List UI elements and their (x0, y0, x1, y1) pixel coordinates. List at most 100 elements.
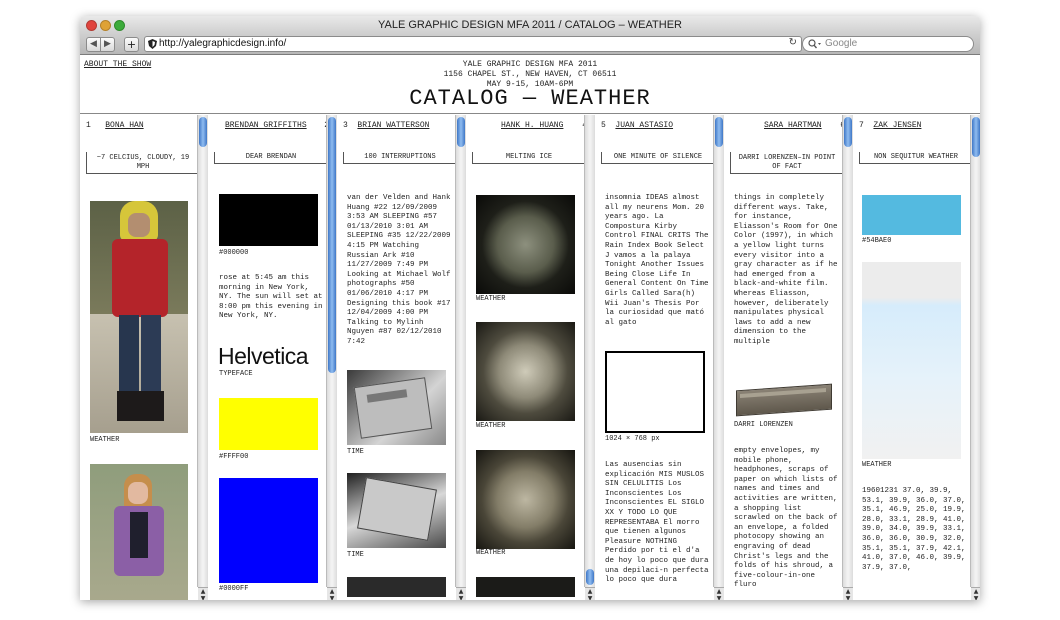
author-name: BRENDAN GRIFFITHS (225, 121, 307, 130)
portrait-photo[interactable] (90, 464, 188, 600)
work-title[interactable]: 100 INTERRUPTIONS (343, 152, 457, 164)
scroll-thumb[interactable] (457, 117, 465, 147)
work-title[interactable]: MELTING ICE (472, 152, 586, 164)
work-title[interactable]: DARRI LORENZEN–IN POINT OF FACT (730, 152, 844, 174)
author-name: JUAN ASTASIO (615, 121, 674, 130)
photo-caption: WEATHER (90, 436, 120, 444)
header-line: YALE GRAPHIC DESIGN MFA 2011 (462, 60, 598, 69)
swatch-caption: #000000 (219, 249, 249, 257)
photo-caption: DARRI LORENZEN (734, 421, 793, 429)
column-scrollbar[interactable]: ▲ ▼ (197, 115, 208, 600)
photo-caption: TIME (347, 448, 364, 456)
author-name: BONA HAN (105, 121, 144, 130)
work-title[interactable]: NON SEQUITUR WEATHER (859, 152, 973, 164)
search-field[interactable]: Google (802, 36, 974, 52)
work-title[interactable]: ~7 CELCIUS, CLOUDY, 19 MPH (86, 152, 200, 174)
column-number: 7 (859, 121, 864, 130)
author-name: ZAK JENSEN (873, 121, 922, 130)
photo-caption: WEATHER (476, 295, 506, 303)
scroll-thumb[interactable] (844, 117, 852, 147)
back-icon[interactable]: ◀ (86, 37, 101, 52)
search-placeholder: Google (825, 38, 858, 49)
column-bona-han: 1 BONA HAN ~7 CELCIUS, CLOUDY, 19 MPH WE… (80, 115, 206, 600)
column-number: 1 (86, 121, 91, 130)
color-swatch[interactable] (219, 194, 318, 246)
author-name: BRIAN WATTERSON (357, 121, 430, 130)
column-scrollbar[interactable]: ▲ ▼ (713, 115, 724, 600)
scroll-arrows-icon[interactable]: ▲ ▼ (327, 587, 337, 600)
column-scrollbar[interactable]: ▲ ▼ (455, 115, 466, 600)
title-bar: YALE GRAPHIC DESIGN MFA 2011 / CATALOG –… (80, 16, 980, 34)
scroll-thumb[interactable] (586, 569, 594, 585)
author-heading[interactable]: 3 BRIAN WATTERSON (343, 121, 429, 130)
color-swatch[interactable] (862, 195, 961, 235)
gradient-caption: WEATHER (862, 461, 892, 469)
scroll-arrows-icon[interactable]: ▲ ▼ (456, 587, 466, 600)
body-text: empty envelopes, my mobile phone, headph… (734, 447, 838, 590)
scroll-thumb[interactable] (715, 117, 723, 147)
silence-frame[interactable] (605, 351, 705, 433)
scroll-arrows-icon[interactable]: ▲ ▼ (714, 587, 724, 600)
scroll-arrows-icon[interactable]: ▲ ▼ (843, 587, 853, 600)
header-line: 1156 CHAPEL ST., NEW HAVEN, CT 06511 (443, 70, 617, 79)
weather-gradient[interactable] (862, 262, 961, 459)
ice-photo[interactable] (476, 450, 575, 549)
scroll-arrows-icon[interactable]: ▲ ▼ (198, 587, 208, 600)
swatch-caption: #54BAE0 (862, 237, 892, 245)
body-text: van der Velden and Hank Huang #22 12/09/… (347, 194, 451, 346)
site-shield-icon (148, 39, 157, 49)
browser-toolbar: ◀ ▶ + http://yalegraphicdesign.info/ ↻ G… (80, 34, 980, 55)
column-hank-huang: HANK H. HUANG4 MELTING ICE WEATHER WEATH… (466, 115, 592, 600)
scroll-thumb[interactable] (199, 117, 207, 147)
ice-photo[interactable] (476, 577, 575, 597)
color-swatch[interactable] (219, 398, 318, 450)
page-content: ABOUT THE SHOW YALE GRAPHIC DESIGN MFA 2… (80, 55, 980, 600)
body-text: Las ausencias sin explicación MIS MUSLOS… (605, 461, 709, 585)
column-scrollbar[interactable]: ▲ ▼ (842, 115, 853, 600)
object-photo[interactable] (734, 381, 832, 419)
author-heading[interactable]: 5 JUAN ASTASIO (601, 121, 673, 130)
scroll-thumb[interactable] (328, 117, 336, 373)
time-photo[interactable] (347, 473, 446, 548)
author-heading[interactable]: 1 BONA HAN (86, 121, 144, 130)
typeface-specimen[interactable]: Helvetica (218, 343, 309, 370)
header-divider (80, 113, 980, 114)
forward-icon[interactable]: ▶ (100, 37, 115, 52)
color-swatch[interactable] (219, 478, 318, 583)
column-number: 3 (343, 121, 348, 130)
author-name: SARA HARTMAN (764, 121, 822, 130)
column-scrollbar[interactable]: ▲ ▼ (970, 115, 980, 600)
author-heading[interactable]: SARA HARTMAN6 (764, 121, 845, 130)
ice-photo[interactable] (476, 322, 575, 421)
address-bar[interactable]: http://yalegraphicdesign.info/ ↻ (144, 36, 802, 52)
author-heading[interactable]: BRENDAN GRIFFITHS2 (225, 121, 329, 130)
weather-photo[interactable] (90, 201, 188, 433)
work-title[interactable]: DEAR BRENDAN (214, 152, 328, 164)
photo-caption: TIME (347, 551, 364, 559)
scroll-arrows-icon[interactable]: ▲ ▼ (971, 587, 980, 600)
column-number: 5 (601, 121, 606, 130)
browser-window: YALE GRAPHIC DESIGN MFA 2011 / CATALOG –… (80, 16, 980, 600)
column-brendan-griffiths: BRENDAN GRIFFITHS2 DEAR BRENDAN #000000 … (208, 115, 334, 600)
column-brian-watterson: 3 BRIAN WATTERSON 100 INTERRUPTIONS van … (337, 115, 463, 600)
page-title: CATALOG — WEATHER (409, 86, 651, 111)
search-icon (808, 39, 821, 49)
author-heading[interactable]: 7 ZAK JENSEN (859, 121, 921, 130)
scroll-arrows-icon[interactable]: ▲ ▼ (585, 587, 595, 600)
work-title[interactable]: ONE MINUTE OF SILENCE (601, 152, 715, 164)
swatch-caption: #FFFF00 (219, 453, 249, 461)
scroll-thumb[interactable] (972, 117, 980, 157)
reload-icon[interactable]: ↻ (789, 37, 797, 48)
author-heading[interactable]: HANK H. HUANG4 (501, 121, 587, 130)
column-scrollbar[interactable]: ▲ ▼ (326, 115, 337, 600)
url-text: http://yalegraphicdesign.info/ (159, 38, 287, 49)
time-photo[interactable] (347, 370, 446, 445)
ice-photo[interactable] (476, 195, 575, 294)
add-bookmark-icon[interactable]: + (124, 37, 139, 52)
body-text: insomnia IDEAS almost all my neurens Mom… (605, 194, 709, 327)
window-title: YALE GRAPHIC DESIGN MFA 2011 / CATALOG –… (377, 19, 682, 31)
author-name: HANK H. HUANG (501, 121, 564, 130)
time-photo[interactable] (347, 577, 446, 597)
column-scrollbar[interactable]: ▲ ▼ (584, 115, 595, 600)
frame-caption: 1024 × 768 px (605, 435, 660, 443)
